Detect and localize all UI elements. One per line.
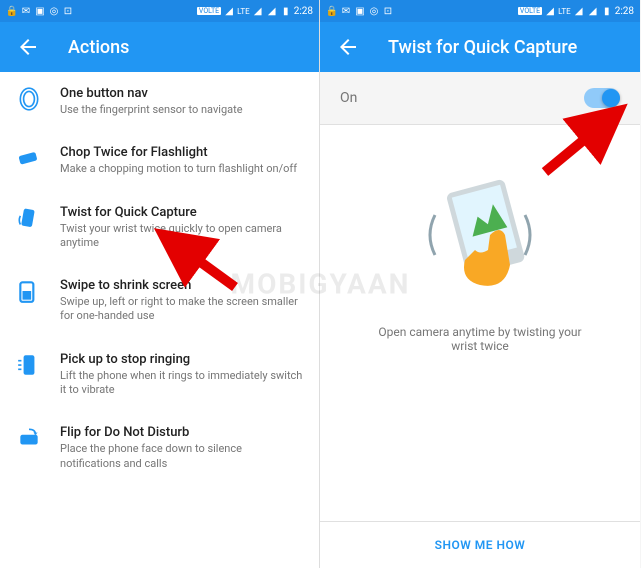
- lock-icon: 🔒: [6, 5, 18, 17]
- mail-icon: ✉: [340, 5, 352, 17]
- status-bar: 🔒 ✉ ▣ ◎ ⊡ VOLTE ◢ LTE ◢ ◢ ▮ 2:28: [0, 0, 319, 22]
- instagram-icon: ◎: [368, 5, 380, 17]
- actions-list: One button nav Use the fingerprint sensor…: [0, 72, 319, 568]
- signal-icon-2: ◢: [587, 5, 599, 17]
- clock: 2:28: [294, 6, 313, 17]
- item-subtitle: Swipe up, left or right to make the scre…: [60, 295, 303, 324]
- mail-icon: ✉: [20, 5, 32, 17]
- battery-icon: ▮: [601, 5, 613, 17]
- signal-icon: ◢: [252, 5, 264, 17]
- toggle-label: On: [340, 90, 357, 106]
- talk-icon: ⊡: [62, 5, 74, 17]
- item-title: One button nav: [60, 86, 303, 101]
- show-me-how-button[interactable]: SHOW ME HOW: [320, 521, 640, 568]
- clock: 2:28: [615, 6, 634, 17]
- item-title: Twist for Quick Capture: [60, 205, 303, 220]
- back-icon[interactable]: [16, 35, 40, 59]
- action-chop-flashlight[interactable]: Chop Twice for Flashlight Make a chopping…: [0, 131, 319, 190]
- battery-icon: ▮: [280, 5, 292, 17]
- volte-badge: VOLTE: [197, 7, 221, 15]
- status-bar: 🔒 ✉ ▣ ◎ ⊡ VOLTE ◢ LTE ◢ ◢ ▮ 2:28: [320, 0, 640, 22]
- annotation-arrow: [535, 100, 635, 180]
- lte-label: LTE: [237, 7, 250, 16]
- item-title: Pick up to stop ringing: [60, 352, 303, 367]
- action-pickup-stop-ringing[interactable]: Pick up to stop ringing Lift the phone wh…: [0, 338, 319, 412]
- app-bar: Twist for Quick Capture: [320, 22, 640, 72]
- item-subtitle: Make a chopping motion to turn flashligh…: [60, 162, 303, 176]
- back-icon[interactable]: [336, 35, 360, 59]
- right-screen: 🔒 ✉ ▣ ◎ ⊡ VOLTE ◢ LTE ◢ ◢ ▮ 2:28 Twist f…: [320, 0, 640, 568]
- instagram-icon: ◎: [48, 5, 60, 17]
- flip-icon: [16, 425, 42, 451]
- item-subtitle: Use the fingerprint sensor to navigate: [60, 103, 303, 117]
- description-text: Open camera anytime by twisting your wri…: [340, 325, 620, 353]
- talk-icon: ⊡: [382, 5, 394, 17]
- shrink-icon: [16, 278, 42, 304]
- pickup-icon: [16, 352, 42, 378]
- twist-icon: [16, 205, 42, 231]
- page-title: Twist for Quick Capture: [388, 37, 577, 58]
- signal-icon: ◢: [573, 5, 585, 17]
- volte-badge: VOLTE: [518, 7, 542, 15]
- gallery-icon: ▣: [354, 5, 366, 17]
- action-one-button-nav[interactable]: One button nav Use the fingerprint sensor…: [0, 72, 319, 131]
- gallery-icon: ▣: [34, 5, 46, 17]
- action-flip-dnd[interactable]: Flip for Do Not Disturb Place the phone f…: [0, 411, 319, 485]
- twist-illustration: [410, 165, 550, 305]
- annotation-arrow: [150, 222, 240, 292]
- wifi-icon: ◢: [544, 5, 556, 17]
- chop-icon: [16, 145, 42, 171]
- fingerprint-icon: [16, 86, 42, 112]
- wifi-icon: ◢: [223, 5, 235, 17]
- lte-label: LTE: [558, 7, 571, 16]
- item-subtitle: Place the phone face down to silence not…: [60, 442, 303, 471]
- page-title: Actions: [68, 37, 129, 58]
- left-screen: 🔒 ✉ ▣ ◎ ⊡ VOLTE ◢ LTE ◢ ◢ ▮ 2:28 Actions…: [0, 0, 320, 568]
- lock-icon: 🔒: [326, 5, 338, 17]
- item-title: Flip for Do Not Disturb: [60, 425, 303, 440]
- signal-icon-2: ◢: [266, 5, 278, 17]
- app-bar: Actions: [0, 22, 319, 72]
- item-title: Chop Twice for Flashlight: [60, 145, 303, 160]
- item-subtitle: Lift the phone when it rings to immediat…: [60, 369, 303, 398]
